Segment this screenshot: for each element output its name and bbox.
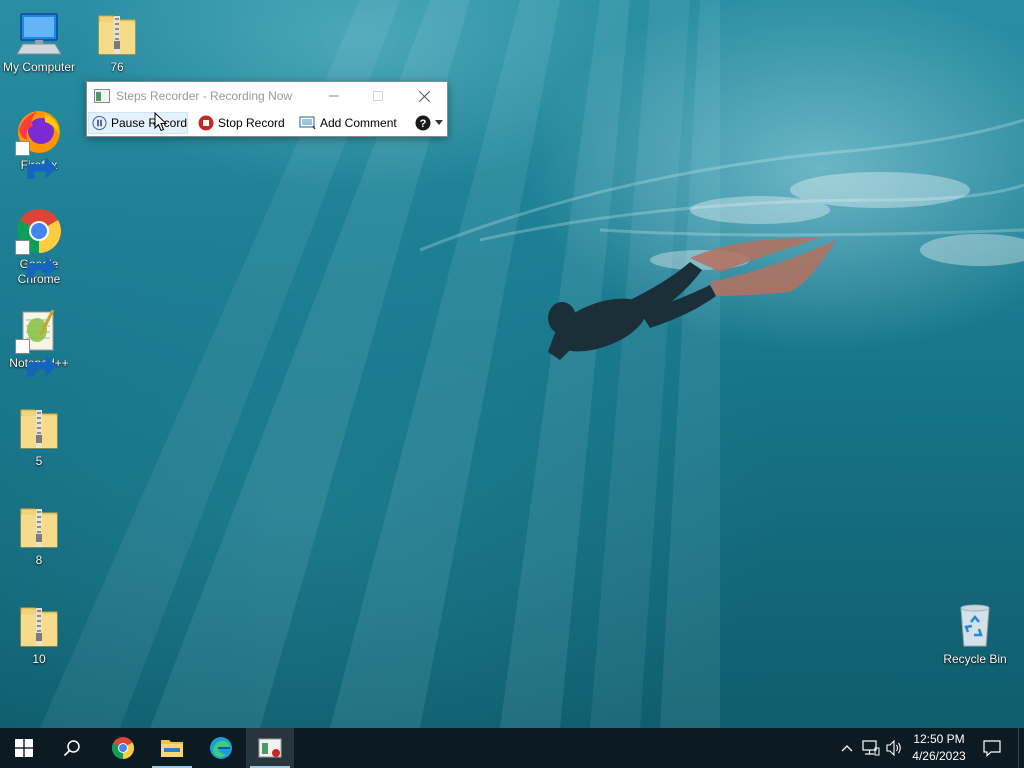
window-title: Steps Recorder - Recording Now xyxy=(116,89,293,103)
desktop-icon-8[interactable]: 8 xyxy=(1,503,77,568)
clock-date: 4/26/2023 xyxy=(912,749,966,763)
taskbar-edge[interactable] xyxy=(197,728,245,768)
zip-folder-icon xyxy=(20,508,58,548)
desktop-icon-5[interactable]: 5 xyxy=(1,404,77,469)
computer-icon xyxy=(16,13,62,55)
notification-icon xyxy=(983,740,1001,757)
desktop-icon-label: Recycle Bin xyxy=(943,652,1007,666)
chrome-icon xyxy=(112,737,134,759)
search-icon xyxy=(63,740,80,757)
desktop-icon-10[interactable]: 10 xyxy=(1,602,77,667)
taskbar: 12:50 PM 4/26/2023 xyxy=(0,728,1024,768)
stop-record-button[interactable]: Stop Record xyxy=(198,112,285,134)
svg-text:?: ? xyxy=(420,118,427,130)
desktop-icon-recycle-bin[interactable]: Recycle Bin xyxy=(937,602,1013,667)
close-button[interactable] xyxy=(401,82,447,110)
show-hidden-icons-button[interactable] xyxy=(837,738,857,758)
help-dropdown-button[interactable]: ? xyxy=(415,112,447,134)
desktop-icon-label: 8 xyxy=(35,553,43,567)
desktop-icon-76[interactable]: 76 xyxy=(79,10,155,75)
start-button[interactable] xyxy=(0,728,48,768)
clock[interactable]: 12:50 PM 4/26/2023 xyxy=(908,731,970,765)
mouse-cursor-icon xyxy=(154,112,168,132)
network-icon xyxy=(862,740,880,756)
close-icon xyxy=(418,90,430,102)
zip-folder-icon xyxy=(98,15,136,55)
steps-recorder-icon xyxy=(94,89,110,103)
desktop-icon-label: 5 xyxy=(35,454,43,468)
steps-recorder-window[interactable]: Steps Recorder - Recording Now Pause Rec… xyxy=(86,81,448,137)
pause-record-label: Pause Record xyxy=(110,116,187,130)
pause-icon xyxy=(92,115,107,131)
minimize-icon xyxy=(329,95,339,97)
add-comment-button[interactable]: Add Comment xyxy=(299,112,397,134)
start-icon xyxy=(15,739,33,757)
steps-recorder-icon xyxy=(258,738,282,758)
desktop-icon-google-chrome[interactable]: Google Chrome xyxy=(1,207,77,287)
show-desktop-button[interactable] xyxy=(1018,728,1024,768)
desktop-icon-label: 10 xyxy=(32,652,46,666)
recycle-bin-icon xyxy=(960,604,990,647)
network-button[interactable] xyxy=(861,738,881,758)
zip-folder-icon xyxy=(20,607,58,647)
chevron-up-icon xyxy=(841,745,853,752)
taskbar-steps-recorder[interactable] xyxy=(246,728,294,768)
desktop-icon-notepadpp[interactable]: Notepad++ xyxy=(1,306,77,377)
minimize-button[interactable] xyxy=(311,82,357,110)
desktop: My Computer 76 Firefox xyxy=(0,0,1024,728)
pause-record-button[interactable]: Pause Record xyxy=(88,112,188,134)
edge-icon xyxy=(210,737,232,759)
stop-icon xyxy=(198,115,214,131)
speaker-icon xyxy=(886,740,901,756)
file-explorer-icon xyxy=(161,740,183,757)
desktop-icon-my-computer[interactable]: My Computer xyxy=(1,10,77,75)
maximize-icon xyxy=(373,91,383,101)
volume-button[interactable] xyxy=(885,738,905,758)
comment-icon xyxy=(299,116,316,130)
desktop-icon-label: 76 xyxy=(110,60,124,74)
search-button[interactable] xyxy=(48,728,96,768)
action-center-button[interactable] xyxy=(981,738,1003,758)
taskbar-chrome[interactable] xyxy=(99,728,147,768)
chevron-down-icon xyxy=(435,120,443,125)
clock-time: 12:50 PM xyxy=(913,732,965,746)
help-icon: ? xyxy=(415,115,431,131)
shortcut-arrow-icon xyxy=(15,339,57,377)
recorder-toolbar: Pause Record Stop Record Add Comment ? xyxy=(87,111,447,136)
shortcut-arrow-icon xyxy=(15,240,57,278)
title-bar[interactable]: Steps Recorder - Recording Now xyxy=(87,82,447,110)
maximize-button[interactable] xyxy=(355,82,401,110)
stop-record-label: Stop Record xyxy=(218,116,285,130)
add-comment-label: Add Comment xyxy=(320,116,397,130)
zip-folder-icon xyxy=(20,409,58,449)
taskbar-file-explorer[interactable] xyxy=(148,728,196,768)
desktop-icon-firefox[interactable]: Firefox xyxy=(1,108,77,179)
shortcut-arrow-icon xyxy=(15,141,57,179)
desktop-icon-label: My Computer xyxy=(2,60,76,74)
